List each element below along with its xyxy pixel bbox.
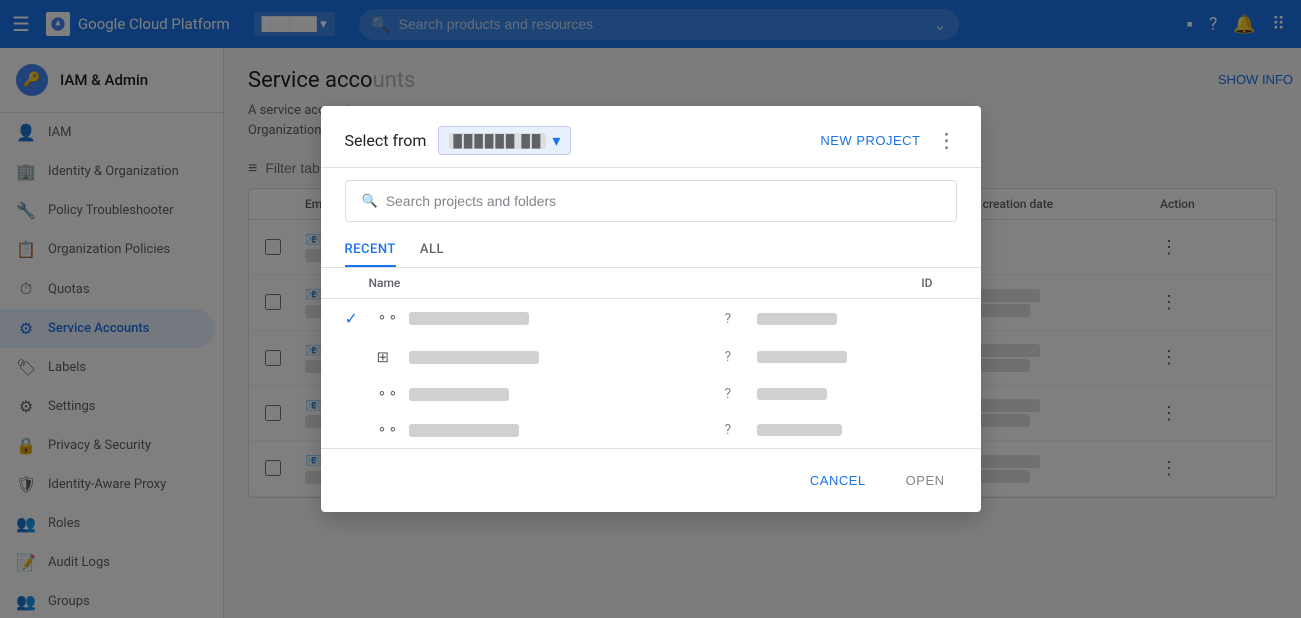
name-col-header: Name (369, 276, 733, 290)
new-project-button[interactable]: NEW PROJECT (820, 133, 920, 148)
project-id-0 (757, 313, 837, 325)
dialog-header: Select from ██████ ██ ▾ NEW PROJECT ⋮ (321, 106, 981, 168)
dialog-project-row-1[interactable]: ⊞ ? (321, 338, 981, 376)
cancel-button[interactable]: CANCEL (798, 465, 878, 496)
project-id-1 (757, 351, 847, 363)
dialog-tabs: RECENT ALL (321, 234, 981, 268)
dialog-header-actions: NEW PROJECT ⋮ (820, 128, 956, 153)
help-icon-1[interactable]: ? (725, 349, 749, 365)
dropdown-arrow-icon: ▾ (552, 131, 560, 150)
help-icon-0[interactable]: ? (725, 311, 749, 327)
project-type-icon-3: ⚬⚬ (377, 423, 401, 438)
tab-recent[interactable]: RECENT (345, 234, 396, 267)
dialog-title: Select from (345, 131, 427, 150)
project-dropdown-text: ██████ ██ (449, 133, 546, 149)
overlay[interactable]: Select from ██████ ██ ▾ NEW PROJECT ⋮ 🔍 … (0, 0, 1301, 618)
select-project-dialog: Select from ██████ ██ ▾ NEW PROJECT ⋮ 🔍 … (321, 106, 981, 512)
project-name-3 (409, 424, 519, 437)
project-name-2 (409, 388, 509, 401)
more-options-button[interactable]: ⋮ (937, 128, 957, 153)
selected-check-icon: ✓ (345, 309, 369, 328)
dialog-search-input[interactable] (386, 193, 940, 209)
project-id-2 (757, 388, 827, 400)
project-id-3 (757, 424, 842, 436)
dialog-table-header: Name ID (321, 268, 981, 299)
dialog-search-icon: 🔍 (362, 194, 378, 209)
project-dropdown[interactable]: ██████ ██ ▾ (438, 126, 571, 155)
project-type-icon-0: ⚬⚬ (377, 311, 401, 326)
id-col-header: ID (733, 276, 933, 290)
project-type-icon-1: ⊞ (377, 348, 401, 366)
dialog-footer: CANCEL OPEN (321, 448, 981, 512)
help-icon-3[interactable]: ? (725, 422, 749, 438)
open-button[interactable]: OPEN (894, 465, 957, 496)
dialog-search-box[interactable]: 🔍 (345, 180, 957, 222)
project-type-icon-2: ⚬⚬ (377, 387, 401, 402)
dialog-project-row-2[interactable]: ⚬⚬ ? (321, 376, 981, 412)
dialog-project-row-3[interactable]: ⚬⚬ ? (321, 412, 981, 448)
project-name-1 (409, 351, 539, 364)
dialog-project-row-0[interactable]: ✓ ⚬⚬ ? (321, 299, 981, 338)
tab-all[interactable]: ALL (420, 234, 444, 267)
dialog-projects-list: ✓ ⚬⚬ ? ⊞ ? ⚬⚬ ? ⚬⚬ ? (321, 299, 981, 448)
help-icon-2[interactable]: ? (725, 386, 749, 402)
project-name-0 (409, 312, 529, 325)
